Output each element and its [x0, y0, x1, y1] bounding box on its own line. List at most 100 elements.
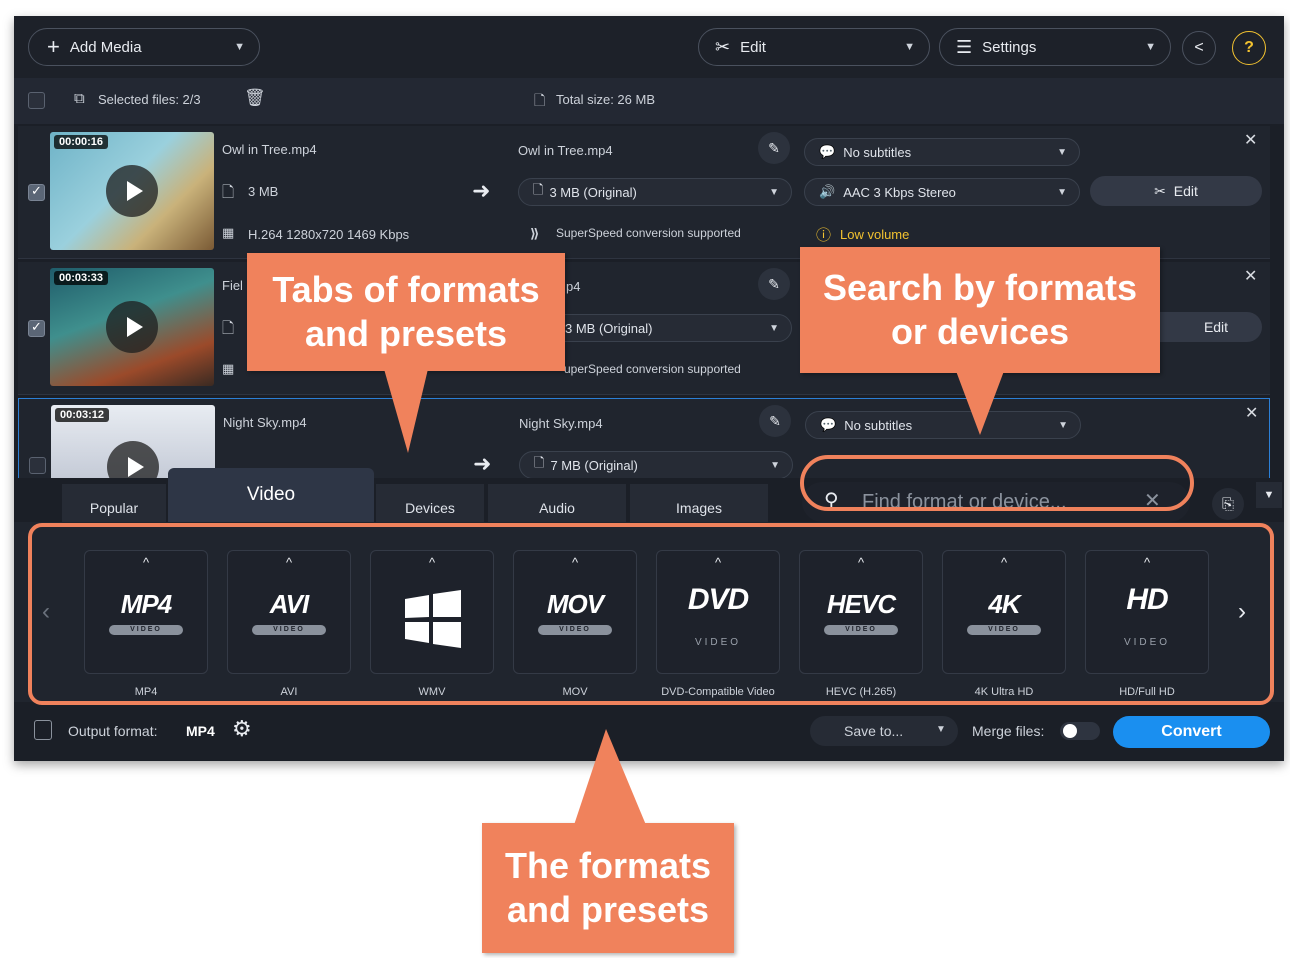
tab-label: Images: [676, 500, 722, 516]
edit-button[interactable]: ✂ Edit ▼: [698, 28, 930, 66]
output-name[interactable]: p4: [566, 279, 580, 294]
output-size-dropdown[interactable]: 3 MB (Original) ▼: [538, 314, 792, 342]
callout-formats-text: The formats and presets: [504, 845, 712, 930]
remove-file-icon[interactable]: ✕: [1245, 403, 1258, 423]
subtitles-value: No subtitles: [843, 144, 912, 160]
subtitles-dropdown[interactable]: 💬 No subtitles ▼: [805, 411, 1081, 439]
output-size-dropdown[interactable]: 🗋 3 MB (Original) ▼: [518, 178, 792, 206]
tab-label: Popular: [89, 500, 139, 516]
subtitles-dropdown[interactable]: 💬 No subtitles ▼: [804, 138, 1080, 166]
help-icon: ?: [1244, 39, 1254, 56]
output-size: 7 MB (Original): [550, 457, 638, 473]
gear-icon[interactable]: ⚙: [232, 716, 252, 742]
chevron-down-icon: ▼: [1057, 186, 1067, 198]
callout-search-pointer: [956, 371, 1004, 435]
add-media-button[interactable]: + Add Media ▼: [28, 28, 260, 66]
superspeed-text: uperSpeed conversion supported: [564, 362, 741, 376]
scissors-icon: ✂: [1154, 182, 1166, 199]
convert-button[interactable]: Convert: [1113, 716, 1270, 748]
play-icon[interactable]: [106, 301, 158, 353]
total-size: Total size: 26 MB: [556, 92, 655, 107]
file-name: Night Sky.mp4: [223, 415, 307, 430]
audio-dropdown[interactable]: 🔊 AAC 3 Kbps Stereo ▼: [804, 178, 1080, 206]
output-format-icon: [34, 720, 52, 740]
output-size-dropdown[interactable]: 🗋 7 MB (Original) ▼: [519, 451, 793, 479]
save-to-button[interactable]: Save to... ▼: [810, 716, 958, 746]
file-checkbox[interactable]: [29, 457, 46, 474]
duration: 00:00:16: [54, 135, 109, 149]
chevron-down-icon: ▼: [1057, 146, 1067, 158]
file-checkbox[interactable]: [28, 319, 45, 337]
chevron-down-icon: ▼: [770, 459, 780, 471]
file-checkbox[interactable]: [28, 183, 45, 201]
document-icon: 🗋: [534, 92, 546, 108]
output-size: 3 MB (Original): [565, 320, 653, 336]
chevron-down-icon: ▼: [936, 724, 946, 735]
help-button[interactable]: ?: [1232, 31, 1266, 65]
video-thumbnail[interactable]: 00:03:33: [50, 268, 214, 386]
file-size: 3 MB: [248, 184, 279, 199]
chevron-down-icon: ▼: [1058, 419, 1068, 431]
file-name: Owl in Tree.mp4: [222, 142, 317, 157]
remove-file-icon[interactable]: ✕: [1244, 266, 1257, 286]
merge-files-toggle[interactable]: [1060, 722, 1100, 740]
document-icon: 🗋: [534, 455, 545, 470]
tab-label: Devices: [405, 500, 455, 516]
play-icon[interactable]: [106, 165, 158, 217]
output-format-value: MP4: [186, 723, 215, 739]
duration: 00:03:33: [54, 271, 109, 285]
chevron-down-icon: ▼: [769, 186, 779, 198]
edit-label: Edit: [740, 38, 766, 56]
rename-pen-icon[interactable]: ✎: [758, 268, 790, 300]
file-edit-label: Edit: [1203, 319, 1229, 335]
callout-search: Search by formats or devices: [800, 247, 1160, 373]
tab-devices[interactable]: Devices: [376, 484, 484, 522]
subtitles-icon: 💬: [819, 144, 836, 159]
file-edit-label: Edit: [1173, 183, 1198, 199]
duration: 00:03:12: [55, 408, 110, 422]
chevron-down-icon: ▼: [1145, 41, 1156, 53]
output-size: 3 MB (Original): [549, 184, 637, 200]
superspeed-text: SuperSpeed conversion supported: [556, 226, 741, 240]
rename-pen-icon[interactable]: ✎: [759, 405, 791, 437]
save-to-label: Save to...: [844, 723, 904, 739]
file-icon: 🗋: [222, 184, 235, 201]
tab-audio[interactable]: Audio: [488, 484, 626, 522]
subtitles-value: No subtitles: [844, 417, 913, 433]
share-button[interactable]: <: [1182, 31, 1216, 65]
files-icon: ⧉: [74, 90, 85, 107]
toolbar: + Add Media ▼ ✂ Edit ▼ ☰ Settings ▼ < ?: [14, 16, 1284, 78]
superspeed-icon: ⟫: [530, 226, 540, 241]
selected-files-count: Selected files: 2/3: [98, 92, 201, 107]
video-thumbnail[interactable]: 00:00:16: [50, 132, 214, 250]
trash-icon[interactable]: 🗑: [244, 88, 266, 108]
tab-images[interactable]: Images: [630, 484, 768, 522]
selection-bar: ⧉ Selected files: 2/3 🗑 🗋 Total size: 26…: [14, 78, 1284, 124]
tab-label: Video: [246, 484, 296, 505]
select-all-checkbox[interactable]: [28, 92, 45, 109]
audio-value: AAC 3 Kbps Stereo: [843, 184, 956, 200]
callout-tabs-text: Tabs of formats and presets: [272, 269, 540, 354]
tab-video[interactable]: Video: [168, 468, 374, 522]
settings-label: Settings: [982, 38, 1037, 56]
output-name[interactable]: Owl in Tree.mp4: [518, 143, 613, 158]
subtitles-icon: 💬: [820, 417, 837, 432]
callout-tabs-pointer: [384, 369, 428, 453]
low-volume-warning: Low volume: [840, 227, 910, 242]
codec-info: H.264 1280x720 1469 Kbps: [248, 227, 410, 242]
rename-pen-icon[interactable]: ✎: [758, 132, 790, 164]
output-name[interactable]: Night Sky.mp4: [519, 416, 603, 431]
file-name: Fiel: [222, 278, 243, 293]
codec-icon: ▦: [222, 361, 235, 376]
output-format-label: Output format:: [68, 723, 158, 739]
search-highlight-ring: [800, 455, 1194, 511]
file-edit-button[interactable]: ✂ Edit: [1090, 176, 1262, 206]
convert-label: Convert: [1161, 723, 1222, 740]
settings-button[interactable]: ☰ Settings ▼: [939, 28, 1171, 66]
remove-file-icon[interactable]: ✕: [1244, 130, 1257, 150]
add-preset-icon[interactable]: ⎘: [1212, 488, 1244, 520]
collapse-panel-icon[interactable]: ▼: [1256, 482, 1282, 508]
settings-icon: ☰: [956, 36, 973, 57]
file-icon: 🗋: [222, 320, 235, 337]
tab-popular[interactable]: Popular: [62, 484, 166, 522]
